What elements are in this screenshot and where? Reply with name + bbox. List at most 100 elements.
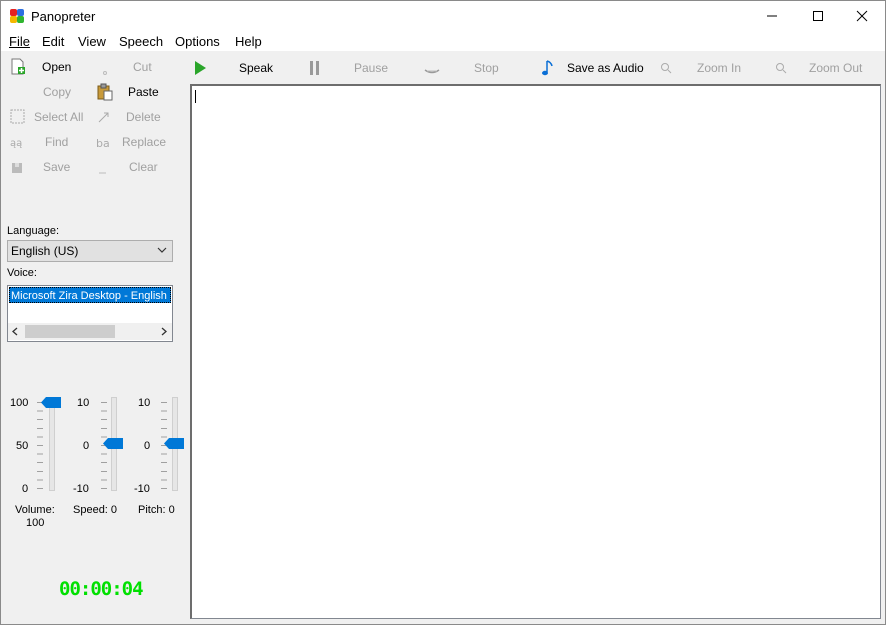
menu-view-label: View: [78, 34, 106, 49]
menu-edit-label: Edit: [42, 34, 65, 49]
minimize-icon: [767, 15, 777, 17]
menu-edit[interactable]: Edit: [42, 34, 64, 49]
stop-button[interactable]: Stop: [423, 58, 513, 78]
music-note-icon: [542, 60, 553, 76]
text-editor[interactable]: [190, 84, 881, 619]
elapsed-timer: 00:00:04: [59, 578, 144, 600]
find-icon: ąą: [10, 138, 22, 149]
cut-button[interactable]: Cut: [96, 56, 176, 78]
pause-icon: [310, 61, 319, 75]
select-all-label: Select All: [34, 110, 84, 124]
voice-label: Voice:: [7, 267, 37, 279]
play-icon: [195, 61, 206, 75]
stop-icon: [424, 69, 440, 74]
open-label: Open: [42, 60, 72, 74]
select-all-icon: [10, 109, 25, 124]
copy-button[interactable]: Copy: [9, 81, 89, 103]
delete-icon: [98, 112, 109, 123]
scroll-left-icon[interactable]: [11, 327, 19, 336]
minimize-button[interactable]: [749, 1, 795, 31]
voice-list-item-selected[interactable]: Microsoft Zira Desktop - English (U: [9, 287, 171, 303]
text-caret: [195, 90, 196, 103]
voice-list[interactable]: Microsoft Zira Desktop - English (U: [7, 285, 173, 342]
pitch-thumb[interactable]: [164, 437, 184, 449]
speed-tick-max: 10: [77, 397, 90, 409]
save-button[interactable]: Save: [9, 156, 89, 178]
menu-speech-label: Speech: [119, 34, 164, 49]
title-bar: Panopreter: [1, 1, 885, 31]
volume-tick-mid: 50: [16, 440, 29, 452]
voice-horizontal-scrollbar[interactable]: [8, 323, 172, 340]
speak-label: Speak: [239, 61, 274, 75]
pause-label: Pause: [354, 61, 389, 75]
zoom-out-button[interactable]: Zoom Out: [774, 58, 874, 78]
voice-selected-label: Microsoft Zira Desktop - English (U: [11, 290, 171, 302]
zoom-in-label: Zoom In: [697, 61, 742, 75]
paste-button[interactable]: Paste: [96, 81, 176, 103]
pause-button[interactable]: Pause: [306, 58, 396, 78]
cut-label: Cut: [133, 60, 152, 74]
volume-thumb[interactable]: [41, 397, 61, 408]
pitch-tick-min: -10: [134, 483, 150, 495]
volume-tick-min: 0: [22, 483, 29, 495]
app-window: Panopreter File Edit View Speech Options…: [0, 0, 886, 625]
save-as-audio-label: Save as Audio: [567, 61, 644, 75]
clear-icon: [99, 172, 106, 174]
speed-tick-mid: 0: [83, 440, 90, 452]
clear-button[interactable]: Clear: [96, 156, 176, 178]
paste-icon: [97, 83, 113, 101]
menu-help-label: Help: [235, 34, 262, 49]
select-all-button[interactable]: Select All: [9, 106, 89, 128]
delete-button[interactable]: Delete: [96, 106, 176, 128]
window-title: Panopreter: [31, 9, 96, 24]
language-selected: English (US): [11, 244, 79, 258]
clear-label: Clear: [129, 160, 158, 174]
volume-tick-max: 100: [10, 397, 29, 409]
menu-options-label: Options: [175, 34, 220, 49]
save-icon: [12, 163, 22, 173]
replace-button[interactable]: ba Replace: [96, 131, 176, 153]
close-button[interactable]: [839, 1, 885, 31]
copy-label: Copy: [43, 85, 72, 99]
speak-button[interactable]: Speak: [191, 58, 281, 78]
pitch-tick-mid: 0: [144, 440, 151, 452]
menu-file[interactable]: File: [9, 34, 30, 49]
menu-speech[interactable]: Speech: [119, 34, 163, 49]
zoom-in-button[interactable]: Zoom In: [659, 58, 749, 78]
paste-label: Paste: [128, 85, 159, 99]
replace-label: Replace: [122, 135, 167, 149]
zoom-out-label: Zoom Out: [809, 61, 863, 75]
chevron-down-icon: [157, 247, 167, 253]
menu-options[interactable]: Options: [175, 34, 220, 49]
volume-caption: Volume:: [15, 504, 55, 516]
language-select[interactable]: English (US): [7, 240, 173, 262]
svg-text:ąą: ąą: [10, 138, 22, 149]
zoom-in-icon: [661, 63, 672, 74]
svg-text:ba: ba: [96, 137, 110, 150]
language-label: Language:: [7, 225, 59, 237]
speed-caption: Speed: 0: [73, 504, 118, 516]
maximize-icon: [813, 11, 823, 21]
pitch-caption: Pitch: 0: [138, 504, 175, 516]
close-icon: [856, 10, 868, 22]
volume-track[interactable]: [49, 397, 55, 491]
scrollbar-thumb[interactable]: [25, 325, 115, 338]
speed-tick-min: -10: [73, 483, 89, 495]
save-as-audio-button[interactable]: Save as Audio: [539, 58, 649, 78]
volume-ticks: [37, 402, 43, 490]
menu-view[interactable]: View: [78, 34, 106, 49]
menu-file-label: File: [9, 34, 30, 49]
menu-help[interactable]: Help: [235, 34, 262, 49]
cut-icon: [103, 71, 107, 75]
scroll-right-icon[interactable]: [160, 327, 168, 336]
open-button[interactable]: Open: [9, 56, 89, 78]
replace-icon: ba: [96, 137, 110, 150]
speed-thumb[interactable]: [103, 437, 123, 449]
menu-bar: File Edit View Speech Options Help: [1, 31, 885, 51]
zoom-out-icon: [776, 63, 787, 74]
panopreter-app-icon: [10, 9, 24, 23]
find-button[interactable]: ąą Find: [9, 131, 89, 153]
stop-label: Stop: [474, 61, 499, 75]
save-label: Save: [43, 160, 71, 174]
maximize-button[interactable]: [795, 1, 841, 31]
